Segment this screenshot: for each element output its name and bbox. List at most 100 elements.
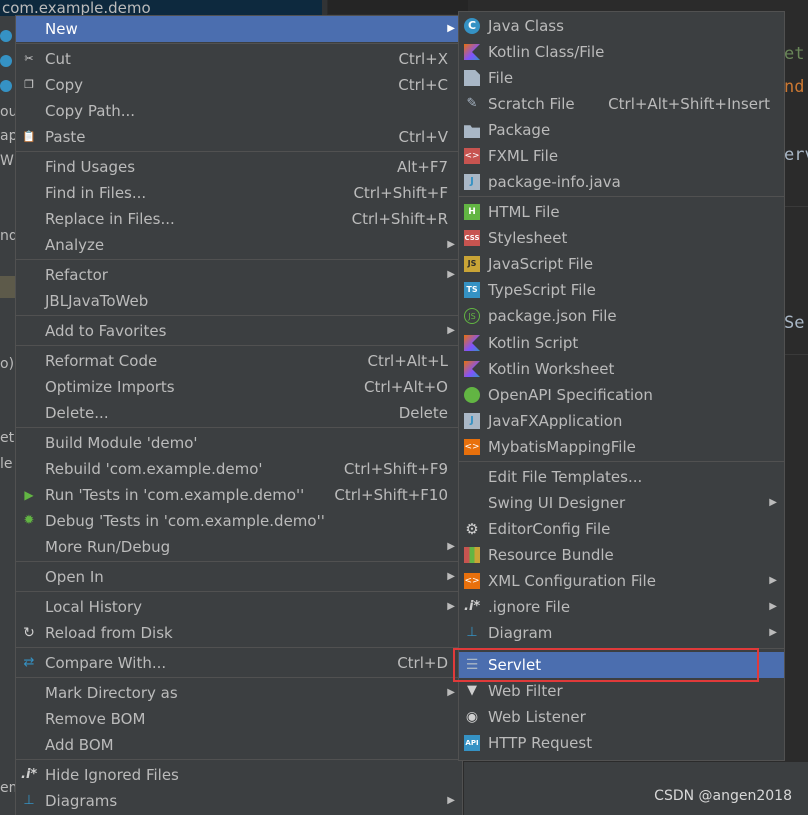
- new-item-resource-bundle[interactable]: Resource Bundle: [459, 542, 784, 568]
- menu-item-find-in-files[interactable]: Find in Files... Ctrl+Shift+F: [16, 180, 462, 206]
- shortcut-hint: Ctrl+Alt+O: [364, 378, 448, 396]
- menu-item-run-tests-in-com-example-demo[interactable]: ▶ Run 'Tests in 'com.example.demo'' Ctrl+S…: [16, 482, 462, 508]
- menu-item-label: Refactor: [45, 266, 108, 284]
- editor-code-fragment: Se: [784, 313, 805, 333]
- new-item-servlet[interactable]: ☰ Servlet: [459, 652, 784, 678]
- menu-item-more-run-debug[interactable]: More Run/Debug ▶: [16, 534, 462, 560]
- menu-item-label: Open In: [45, 568, 104, 586]
- new-item-stylesheet[interactable]: CSS Stylesheet: [459, 225, 784, 251]
- menu-item-copy-path[interactable]: Copy Path...: [16, 98, 462, 124]
- menu-item-new[interactable]: New ▶: [16, 16, 462, 42]
- menu-item-diagrams[interactable]: ⊥ Diagrams ▶: [16, 788, 462, 814]
- new-item-label: HTML File: [488, 203, 560, 221]
- new-item-openapi-specification[interactable]: OpenAPI Specification: [459, 382, 784, 408]
- menu-item-remove-bom[interactable]: Remove BOM: [16, 706, 462, 732]
- new-item-editorconfig-file[interactable]: ⚙ EditorConfig File: [459, 516, 784, 542]
- menu-item-jbljavatoweb[interactable]: JBLJavaToWeb: [16, 288, 462, 314]
- new-item-label: XML Configuration File: [488, 572, 656, 590]
- new-item-label: Kotlin Class/File: [488, 43, 605, 61]
- menu-item-analyze[interactable]: Analyze ▶: [16, 232, 462, 258]
- new-item-label: FXML File: [488, 147, 559, 165]
- menu-item-mark-directory-as[interactable]: Mark Directory as ▶: [16, 680, 462, 706]
- new-item-kotlin-worksheet[interactable]: Kotlin Worksheet: [459, 356, 784, 382]
- paste-icon: 📋: [22, 130, 36, 143]
- java-class-icon: C: [464, 18, 480, 34]
- menu-item-local-history[interactable]: Local History ▶: [16, 594, 462, 620]
- menu-item-label: Paste: [45, 128, 86, 146]
- new-item-label: Diagram: [488, 624, 553, 642]
- new-item-http-request[interactable]: API HTTP Request: [459, 730, 784, 756]
- menu-item-label: Rebuild 'com.example.demo': [45, 460, 263, 478]
- menu-item-label: Copy: [45, 76, 84, 94]
- menu-item-rebuild-com-example-demo[interactable]: Rebuild 'com.example.demo' Ctrl+Shift+F9: [16, 456, 462, 482]
- xml-icon: <>: [464, 573, 480, 589]
- javafx-icon: J: [464, 413, 480, 429]
- new-item-label: Servlet: [488, 656, 542, 674]
- new-item-web-filter[interactable]: ▼ Web Filter: [459, 678, 784, 704]
- new-item-mybatismappingfile[interactable]: <> MybatisMappingFile: [459, 434, 784, 460]
- menu-item-debug-tests-in-com-example-demo[interactable]: ✹ Debug 'Tests in 'com.example.demo'': [16, 508, 462, 534]
- submenu-arrow-icon: ▶: [447, 23, 455, 34]
- submenu-arrow-icon: ▶: [447, 541, 455, 552]
- menu-item-reformat-code[interactable]: Reformat Code Ctrl+Alt+L: [16, 348, 462, 374]
- menu-item-label: Replace in Files...: [45, 210, 175, 228]
- new-item-scratch-file[interactable]: ✎ Scratch File Ctrl+Alt+Shift+Insert: [459, 91, 784, 117]
- new-item-xml-configuration-file[interactable]: <> XML Configuration File ▶: [459, 568, 784, 594]
- menu-item-paste[interactable]: 📋 Paste Ctrl+V: [16, 124, 462, 150]
- new-item-swing-ui-designer[interactable]: Swing UI Designer ▶: [459, 490, 784, 516]
- shortcut-hint: Ctrl+C: [398, 76, 448, 94]
- menu-item-reload-from-disk[interactable]: ↻ Reload from Disk: [16, 620, 462, 646]
- api-icon: API: [464, 735, 480, 751]
- menu-item-replace-in-files[interactable]: Replace in Files... Ctrl+Shift+R: [16, 206, 462, 232]
- menu-item-hide-ignored-files[interactable]: .i* Hide Ignored Files: [16, 762, 462, 788]
- menu-item-copy[interactable]: ❐ Copy Ctrl+C: [16, 72, 462, 98]
- menu-separator: [459, 196, 784, 197]
- new-item-html-file[interactable]: H HTML File: [459, 199, 784, 225]
- project-tree-selected-row[interactable]: com.example.demo: [0, 0, 322, 16]
- new-item-package[interactable]: Package: [459, 117, 784, 143]
- menu-item-optimize-imports[interactable]: Optimize Imports Ctrl+Alt+O: [16, 374, 462, 400]
- new-item-typescript-file[interactable]: TS TypeScript File: [459, 277, 784, 303]
- package-node-icon: [0, 80, 12, 92]
- menu-separator: [16, 315, 462, 316]
- new-item-diagram[interactable]: ⊥ Diagram ▶: [459, 620, 784, 646]
- menu-item-add-bom[interactable]: Add BOM: [16, 732, 462, 758]
- new-item-java-class[interactable]: C Java Class: [459, 13, 784, 39]
- menu-item-label: Build Module 'demo': [45, 434, 198, 452]
- menu-separator: [16, 43, 462, 44]
- menu-item-cut[interactable]: ✂ Cut Ctrl+X: [16, 46, 462, 72]
- new-item-fxml-file[interactable]: <> FXML File: [459, 143, 784, 169]
- menu-item-add-to-favorites[interactable]: Add to Favorites ▶: [16, 318, 462, 344]
- new-item-ignore-file[interactable]: .i* .ignore File ▶: [459, 594, 784, 620]
- menu-item-build-module-demo[interactable]: Build Module 'demo': [16, 430, 462, 456]
- package-node-icon: [0, 30, 12, 42]
- new-item-file[interactable]: File: [459, 65, 784, 91]
- run-icon: ▶: [24, 488, 34, 502]
- new-item-package-info-java[interactable]: Jpackage-info.java: [459, 169, 784, 195]
- submenu-arrow-icon: ▶: [447, 269, 455, 280]
- new-item-javascript-file[interactable]: JS JavaScript File: [459, 251, 784, 277]
- project-tree-fragment: WE: [0, 153, 16, 169]
- new-item-javafxapplication[interactable]: J JavaFXApplication: [459, 408, 784, 434]
- new-item-web-listener[interactable]: ◉ Web Listener: [459, 704, 784, 730]
- new-item-edit-file-templates[interactable]: Edit File Templates...: [459, 464, 784, 490]
- new-item-kotlin-script[interactable]: Kotlin Script: [459, 330, 784, 356]
- scratch-file-icon: ✎: [466, 96, 478, 111]
- menu-item-refactor[interactable]: Refactor ▶: [16, 262, 462, 288]
- menu-item-compare-with[interactable]: ⇄ Compare With... Ctrl+D: [16, 650, 462, 676]
- project-tree-fragment: et: [0, 430, 15, 446]
- menu-item-open-in[interactable]: Open In ▶: [16, 564, 462, 590]
- editor-code-fragment: erv: [784, 145, 808, 165]
- new-item-package-json-file[interactable]: JS package.json File: [459, 303, 784, 329]
- new-item-kotlin-class-file[interactable]: Kotlin Class/File: [459, 39, 784, 65]
- menu-item-delete[interactable]: Delete... Delete: [16, 400, 462, 426]
- submenu-arrow-icon: ▶: [447, 601, 455, 612]
- new-item-label: Scratch File: [488, 95, 575, 113]
- menu-item-label: Add to Favorites: [45, 322, 167, 340]
- menu-separator: [16, 561, 462, 562]
- project-tree-highlight: [0, 276, 16, 298]
- menu-item-find-usages[interactable]: Find Usages Alt+F7: [16, 154, 462, 180]
- project-tool-window: [0, 0, 16, 815]
- gear-icon: ⚙: [465, 520, 479, 538]
- shortcut-hint: Ctrl+Shift+F: [353, 184, 448, 202]
